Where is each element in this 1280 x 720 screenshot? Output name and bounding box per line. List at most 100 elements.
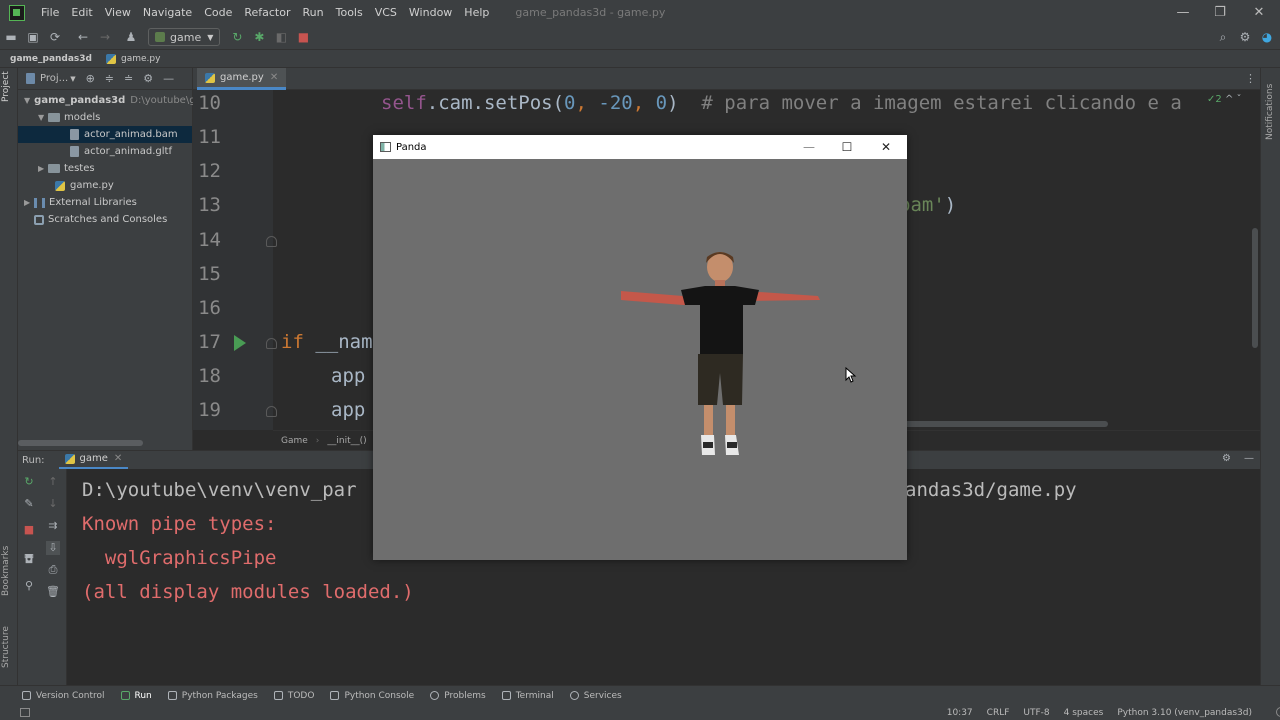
menu-refactor[interactable]: Refactor (238, 6, 296, 19)
chevron-down-icon[interactable]: ▼ (38, 113, 48, 122)
minimize-icon[interactable]: — (790, 135, 828, 159)
settings-icon[interactable]: ⚙ (1234, 26, 1256, 48)
breadcrumb-project[interactable]: game_pandas3d (10, 54, 92, 64)
toggle-tool-windows-icon[interactable] (20, 708, 30, 717)
structure-tool-button[interactable]: Structure (1, 626, 11, 668)
tool-run[interactable]: Run (120, 691, 152, 701)
run-gutter-icon[interactable] (234, 335, 246, 351)
code-breadcrumb-class[interactable]: Game (281, 436, 308, 446)
menu-tools[interactable]: Tools (330, 6, 369, 19)
plugin-logo-icon[interactable]: ◕ (1256, 26, 1278, 48)
save-icon[interactable]: ▣ (22, 26, 44, 48)
menu-edit[interactable]: Edit (65, 6, 98, 19)
line-separator[interactable]: CRLF (987, 708, 1010, 718)
chevron-down-icon[interactable]: ˇ (1237, 94, 1242, 105)
fold-icon[interactable] (266, 236, 277, 247)
close-tab-icon[interactable]: ✕ (114, 453, 122, 464)
run-config-select[interactable]: game ▼ (148, 28, 221, 46)
menu-navigate[interactable]: Navigate (137, 6, 198, 19)
search-icon[interactable]: ⌕ (1212, 26, 1234, 48)
menu-help[interactable]: Help (458, 6, 495, 19)
code-line-17[interactable]: if __nam (281, 331, 373, 353)
menu-view[interactable]: View (99, 6, 137, 19)
arrow-down-icon[interactable]: ↓ (46, 497, 60, 511)
print-icon[interactable]: ⎙ (46, 563, 60, 577)
minimize-icon[interactable]: — (1164, 0, 1202, 25)
hide-icon[interactable]: — (163, 72, 174, 85)
python-interpreter[interactable]: Python 3.10 (venv_pandas3d) (1117, 708, 1252, 718)
file-encoding[interactable]: UTF-8 (1023, 708, 1049, 718)
forward-icon[interactable]: → (94, 26, 116, 48)
tool-todo[interactable]: TODO (273, 691, 314, 701)
pin-icon[interactable]: ⚲ (22, 579, 36, 593)
maximize-icon[interactable]: ❐ (1201, 0, 1239, 25)
back-icon[interactable]: ← (72, 26, 94, 48)
more-tabs-icon[interactable]: ⋮ (1245, 72, 1256, 85)
tree-item-scratches[interactable]: Scratches and Consoles (18, 211, 192, 228)
hide-icon[interactable]: — (1244, 453, 1254, 464)
close-icon[interactable]: ✕ (1240, 0, 1278, 25)
breadcrumb-file[interactable]: game.py (121, 54, 160, 64)
bookmarks-tool-button[interactable]: Bookmarks (1, 546, 11, 596)
chevron-up-icon[interactable]: ^ (1225, 94, 1233, 105)
caret-position[interactable]: 10:37 (947, 708, 973, 718)
project-panel-title[interactable]: Proj... (40, 73, 68, 84)
code-line-18[interactable]: app (331, 365, 365, 387)
horizontal-scrollbar[interactable] (18, 440, 143, 446)
tool-terminal[interactable]: Terminal (501, 691, 554, 701)
debug-icon[interactable]: ✱ (248, 26, 270, 48)
rerun-icon[interactable]: ↻ (22, 475, 36, 489)
panda-window[interactable]: Panda — ☐ ✕ (373, 135, 907, 560)
menu-run[interactable]: Run (297, 6, 330, 19)
fold-icon[interactable] (266, 338, 277, 349)
run-tab-game[interactable]: game ✕ (58, 451, 129, 470)
collapse-all-icon[interactable]: ≐ (124, 72, 133, 85)
tree-item-external-libraries[interactable]: ▶ External Libraries (18, 194, 192, 211)
rerun-icon[interactable]: ↻ (226, 26, 248, 48)
camera-icon[interactable]: ◘ (22, 553, 36, 567)
locate-icon[interactable]: ⊕ (86, 72, 95, 85)
trash-icon[interactable]: 🗑 (46, 585, 60, 599)
tree-item-actor-gltf[interactable]: actor_animad.gltf (18, 143, 192, 160)
tool-services[interactable]: Services (569, 691, 622, 701)
tree-item-testes[interactable]: ▶ testes (18, 160, 192, 177)
inspection-widget[interactable]: ✓2 ^ ˇ (1203, 94, 1246, 105)
chevron-down-icon[interactable]: ▼ (24, 96, 30, 105)
stop-icon[interactable]: ■ (22, 523, 36, 537)
menu-file[interactable]: File (35, 6, 65, 19)
maximize-icon[interactable]: ☐ (828, 135, 866, 159)
lock-icon[interactable] (1276, 707, 1280, 717)
indent-setting[interactable]: 4 spaces (1064, 708, 1104, 718)
chevron-right-icon[interactable]: ▶ (24, 198, 34, 207)
code-breadcrumb-method[interactable]: __init__() (327, 436, 366, 446)
tree-item-root[interactable]: ▼ game_pandas3d D:\youtube\g (18, 92, 196, 109)
coverage-icon[interactable]: ◧ (270, 26, 292, 48)
tree-item-actor-bam[interactable]: actor_animad.bam (18, 126, 192, 143)
tab-game-py[interactable]: game.py ✕ (197, 68, 287, 90)
user-icon[interactable]: ♟ (120, 26, 142, 48)
panda-titlebar[interactable]: Panda — ☐ ✕ (373, 135, 907, 159)
menu-code[interactable]: Code (198, 6, 238, 19)
menu-vcs[interactable]: VCS (369, 6, 403, 19)
tool-python-console[interactable]: Python Console (330, 691, 414, 701)
soft-wrap-icon[interactable]: ⇉ (46, 519, 60, 533)
gear-icon[interactable]: ⚙ (1222, 453, 1231, 464)
tree-item-models[interactable]: ▼ models (18, 109, 192, 126)
tree-item-game-py[interactable]: game.py (18, 177, 192, 194)
expand-all-icon[interactable]: ≑ (105, 72, 114, 85)
gear-icon[interactable]: ⚙ (143, 72, 153, 85)
stop-icon[interactable]: ■ (292, 26, 314, 48)
arrow-up-icon[interactable]: ↑ (46, 475, 60, 489)
sync-icon[interactable]: ⟳ (44, 26, 66, 48)
fold-icon[interactable] (266, 406, 277, 417)
3d-viewport[interactable] (373, 159, 907, 560)
project-tool-button[interactable]: Project (1, 71, 11, 102)
editor-vertical-scrollbar[interactable] (1252, 228, 1258, 348)
code-line-10[interactable]: self.cam.setPos(0, -20, 0) # para mover … (381, 92, 1182, 114)
notifications-tool-button[interactable]: Notifications (1265, 84, 1275, 140)
chevron-right-icon[interactable]: ▶ (38, 164, 48, 173)
tool-problems[interactable]: Problems (430, 691, 486, 701)
code-line-13[interactable]: bam') (899, 194, 956, 216)
code-line-19[interactable]: app (331, 399, 365, 421)
tool-python-packages[interactable]: Python Packages (167, 691, 258, 701)
